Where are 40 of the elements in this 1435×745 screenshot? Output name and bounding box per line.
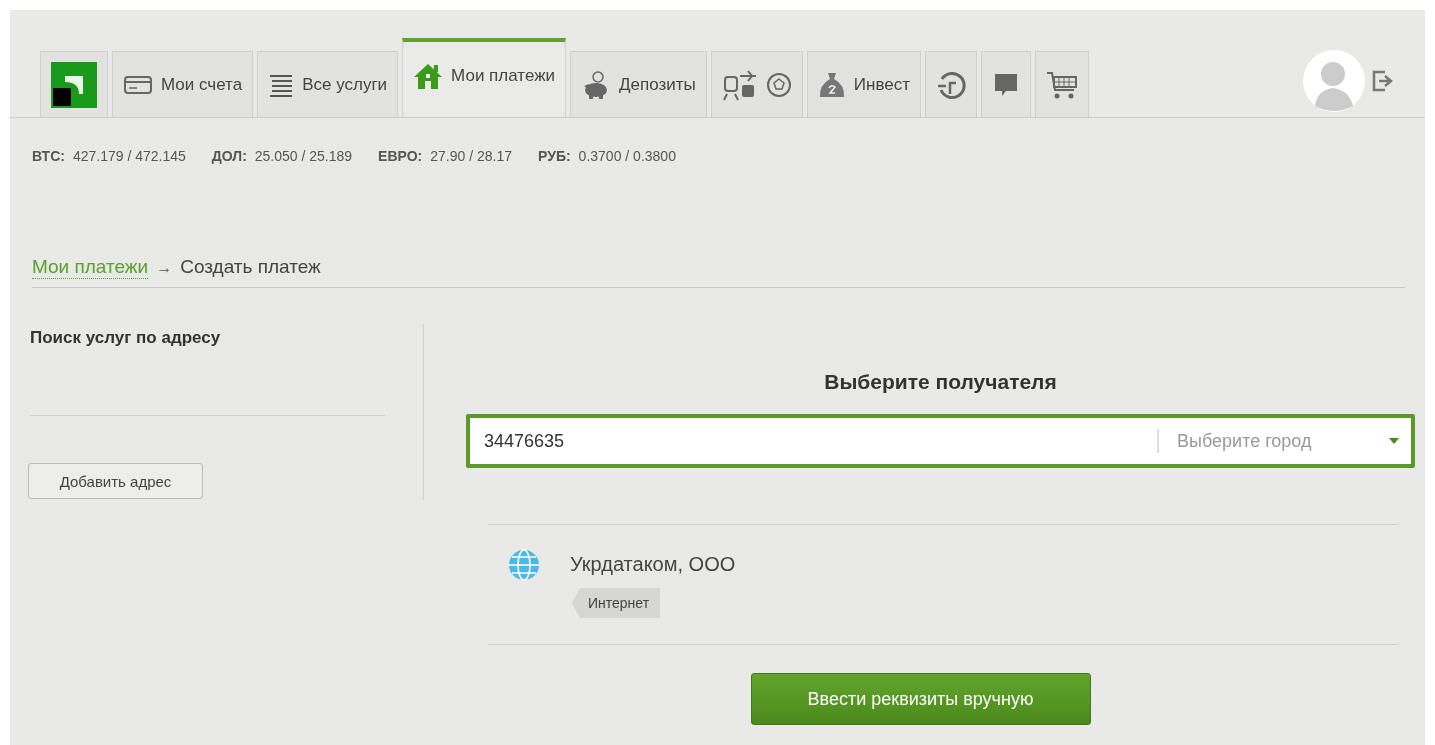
currency-code: ДОЛ: xyxy=(211,148,247,164)
sidebar-title: Поиск услуг по адресу xyxy=(30,328,222,348)
ball-icon xyxy=(765,71,792,98)
logout-icon[interactable] xyxy=(1371,68,1395,93)
avatar-icon xyxy=(1303,49,1365,112)
exchange-rate: 25.050 / 25.189 xyxy=(254,148,353,164)
category-tag: Интернет xyxy=(572,588,661,618)
breadcrumb-current: Создать платеж xyxy=(180,256,321,278)
nav-tab[interactable]: Инвест xyxy=(806,51,921,117)
bank-logo-icon xyxy=(51,61,97,108)
nav-tab[interactable]: Мои счета xyxy=(112,51,254,117)
circle-arrow-icon xyxy=(936,69,966,100)
breadcrumb-arrow: → xyxy=(156,259,173,277)
currency-code: РУБ: xyxy=(538,148,571,164)
section-heading: Выберите получателя xyxy=(823,370,1058,394)
globe-icon xyxy=(508,549,540,581)
currency-code: ВТС: xyxy=(32,148,65,164)
add-address-button[interactable]: Добавить адрес xyxy=(28,463,203,499)
exchange-rate: 427.179 / 472.145 xyxy=(72,148,186,164)
nav-tab[interactable]: Все услуги xyxy=(257,51,399,117)
exchange-rate: 0.3700 / 0.3800 xyxy=(578,148,676,164)
transport-icon xyxy=(721,68,758,101)
list-icon xyxy=(268,72,295,97)
money-bag-icon xyxy=(817,70,846,99)
recipient-name[interactable]: Укрдатаком, ООО xyxy=(570,553,736,576)
house-icon xyxy=(413,61,444,90)
nav-tab[interactable] xyxy=(1035,51,1089,117)
nav-tab[interactable]: Мои платежи xyxy=(402,38,567,117)
nav-tab[interactable] xyxy=(981,51,1031,117)
currency-code: ЕВРО: xyxy=(378,148,423,164)
nav-tab[interactable] xyxy=(925,51,977,117)
search-field[interactable]: 34476635 Выберите город xyxy=(466,414,1415,468)
card-icon xyxy=(123,73,153,96)
nav-tab[interactable] xyxy=(710,51,803,117)
caret-icon xyxy=(1389,438,1399,444)
nav-tab[interactable]: Депозиты xyxy=(570,51,707,117)
cart-icon xyxy=(1046,69,1078,100)
manual-entry-button[interactable]: Ввести реквизиты вручную xyxy=(750,673,1091,725)
exchange-rate: 27.90 / 28.17 xyxy=(430,148,512,164)
logo-tab[interactable] xyxy=(40,51,108,117)
